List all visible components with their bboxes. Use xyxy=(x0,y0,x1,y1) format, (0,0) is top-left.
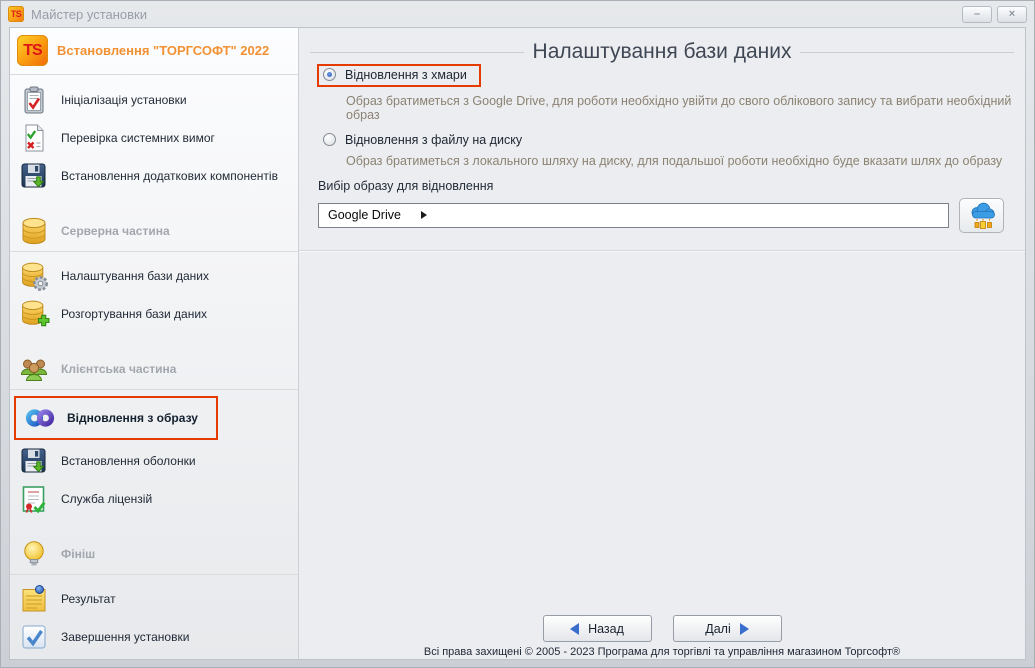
sidebar-item-shell-install[interactable]: Встановлення оболонки xyxy=(10,442,298,480)
minimize-button[interactable]: – xyxy=(962,6,992,23)
cloud-download-button[interactable] xyxy=(959,198,1004,233)
wizard-navigation: Назад Далі xyxy=(299,615,1025,642)
copyright-footer: Всі права захищені © 2005 - 2023 Програм… xyxy=(299,646,1025,658)
disk-restore-description: Образ братиметься з локального шляху на … xyxy=(346,154,1025,168)
floppy-install-icon xyxy=(18,160,50,192)
highlight-box-cloud-option: Відновлення з хмари xyxy=(317,64,481,87)
next-button[interactable]: Далі xyxy=(673,615,782,642)
radio-label: Відновлення з файлу на диску xyxy=(345,133,522,147)
sidebar-header: TS Встановлення "ТОРГСОФТ" 2022 xyxy=(10,32,298,75)
sidebar-item-label: Відновлення з образу xyxy=(67,411,198,425)
infinity-icon xyxy=(24,402,56,434)
sidebar-section-label: Клієнтська частина xyxy=(61,362,176,376)
radio-disk-restore[interactable]: Відновлення з файлу на диску xyxy=(323,133,1025,147)
back-arrow-icon xyxy=(570,623,579,635)
sidebar-item-label: Ініціалізація установки xyxy=(61,93,187,107)
back-button[interactable]: Назад xyxy=(543,615,652,642)
app-logo-icon: TS xyxy=(8,6,24,22)
database-gear-icon xyxy=(18,260,50,292)
next-arrow-icon xyxy=(740,623,749,635)
lightbulb-icon xyxy=(18,538,50,570)
dropdown-arrow-icon[interactable] xyxy=(421,211,427,219)
clipboard-check-icon xyxy=(18,84,50,116)
sidebar-item-label: Результат xyxy=(61,592,116,606)
page-title-row: Налаштування бази даних xyxy=(301,40,1023,64)
sidebar-item-result[interactable]: Результат xyxy=(10,580,298,618)
radio-label: Відновлення з хмари xyxy=(345,68,467,82)
sidebar-section-server: Серверна частина xyxy=(10,210,298,252)
finish-check-icon xyxy=(18,621,50,653)
content-area: TS Встановлення "ТОРГСОФТ" 2022 Ініціалі… xyxy=(9,27,1026,660)
radio-button-icon[interactable] xyxy=(323,68,336,81)
sidebar-item-license-service[interactable]: Служба ліцензій xyxy=(10,480,298,518)
sidebar-section-label: Серверна частина xyxy=(61,224,170,238)
sidebar-item-label: Перевірка системних вимог xyxy=(61,131,215,145)
sidebar-item-label: Завершення установки xyxy=(61,630,189,644)
radio-button-icon[interactable] xyxy=(323,133,336,146)
requirements-page-icon xyxy=(18,122,50,154)
wizard-window: TS Майстер установки – × TS Встановлення… xyxy=(0,0,1035,668)
image-source-field[interactable]: Google Drive xyxy=(318,203,949,228)
restore-options: Відновлення з хмари Образ братиметься з … xyxy=(317,64,1025,168)
sidebar-item-label: Налаштування бази даних xyxy=(61,269,209,283)
cloud-download-icon xyxy=(965,199,999,231)
sidebar-item-db-deploy[interactable]: Розгортування бази даних xyxy=(10,295,298,333)
note-icon xyxy=(18,583,50,615)
sidebar-item-system-check[interactable]: Перевірка системних вимог xyxy=(10,119,298,157)
radio-cloud-restore[interactable]: Відновлення з хмари xyxy=(323,68,467,82)
torgsoft-logo-icon: TS xyxy=(17,35,48,66)
sidebar-item-label: Служба ліцензій xyxy=(61,492,152,506)
sidebar-item-label: Встановлення оболонки xyxy=(61,454,196,468)
image-source-value: Google Drive xyxy=(328,208,401,222)
database-plus-icon xyxy=(18,298,50,330)
sidebar-item-initialization[interactable]: Ініціалізація установки xyxy=(10,81,298,119)
steps-list: Ініціалізація установки Перевірка систем… xyxy=(10,75,298,656)
title-bar: TS Майстер установки – × xyxy=(1,1,1034,27)
highlight-box-active-step: Відновлення з образу xyxy=(14,396,218,440)
people-group-icon xyxy=(18,353,50,385)
back-button-label: Назад xyxy=(588,622,624,636)
license-certificate-icon xyxy=(18,483,50,515)
sidebar-section-client: Клієнтська частина xyxy=(10,348,298,390)
window-title: Майстер установки xyxy=(31,7,957,22)
next-button-label: Далі xyxy=(705,622,731,636)
cloud-restore-description: Образ братиметься з Google Drive, для ро… xyxy=(346,94,1025,122)
image-select-label: Вибір образу для відновлення xyxy=(318,179,1025,193)
image-select-row: Google Drive xyxy=(318,198,1025,233)
sidebar-section-finish: Фініш xyxy=(10,533,298,575)
sidebar-item-complete[interactable]: Завершення установки xyxy=(10,618,298,656)
steps-sidebar: TS Встановлення "ТОРГСОФТ" 2022 Ініціалі… xyxy=(10,28,299,659)
main-panel: Налаштування бази даних Відновлення з хм… xyxy=(299,28,1025,659)
floppy-install-icon xyxy=(18,445,50,477)
section-divider xyxy=(299,250,1025,252)
close-button[interactable]: × xyxy=(997,6,1027,23)
sidebar-item-label: Встановлення додаткових компонентів xyxy=(61,169,278,183)
sidebar-item-restore-image[interactable]: Відновлення з образу xyxy=(16,398,216,438)
sidebar-header-title: Встановлення "ТОРГСОФТ" 2022 xyxy=(57,43,269,58)
sidebar-item-label: Розгортування бази даних xyxy=(61,307,207,321)
page-title: Налаштування бази даних xyxy=(533,40,792,64)
database-icon xyxy=(18,215,50,247)
sidebar-item-db-settings[interactable]: Налаштування бази даних xyxy=(10,257,298,295)
sidebar-section-label: Фініш xyxy=(61,547,95,561)
sidebar-item-components[interactable]: Встановлення додаткових компонентів xyxy=(10,157,298,195)
